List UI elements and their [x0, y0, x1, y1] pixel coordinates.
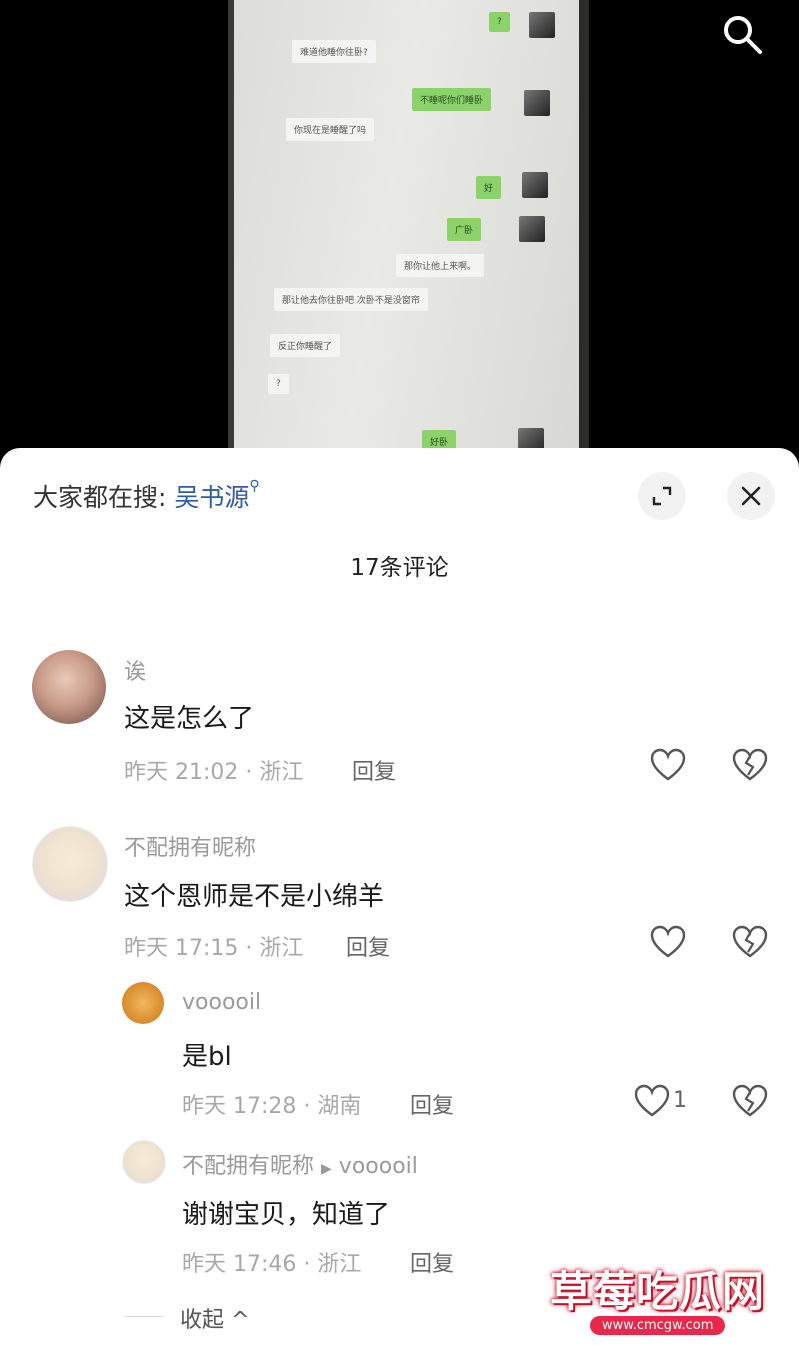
video-player[interactable]: ? 难道他睡你往卧? 不睡呢你们睡卧 你现在是睡醒了吗 好 广卧 那你让他上来啊…	[0, 0, 799, 460]
comment-meta: 昨天 17:15 · 浙江	[124, 936, 304, 961]
comment-text: 这是怎么了	[124, 704, 255, 734]
chat-bubble: 难道他睡你往卧?	[292, 40, 376, 63]
reply-to-user[interactable]: vooooil	[339, 1154, 418, 1179]
chat-bubble: ?	[489, 12, 510, 32]
heart-icon[interactable]	[650, 925, 686, 959]
trending-search[interactable]: 大家都在搜: 吴书源⚲	[33, 478, 260, 514]
watermark-title: 草莓吃瓜网	[550, 1267, 766, 1316]
like-count: 1	[673, 1088, 687, 1113]
phone-screen: ? 难道他睡你往卧? 不睡呢你们睡卧 你现在是睡醒了吗 好 广卧 那你让他上来啊…	[228, 0, 589, 460]
avatar[interactable]	[32, 826, 108, 902]
broken-heart-icon[interactable]	[732, 748, 768, 782]
comment-meta: 昨天 21:02 · 浙江	[124, 760, 304, 785]
reply-username[interactable]: 不配拥有昵称 ▶ vooooil	[182, 1148, 418, 1180]
chat-bubble: 那你让他上来啊。	[396, 254, 485, 277]
chat-avatar	[522, 172, 548, 198]
trending-search-prefix: 大家都在搜:	[33, 483, 167, 512]
search-button[interactable]	[720, 12, 764, 56]
expand-button[interactable]	[638, 472, 686, 520]
reply-button[interactable]: 回复	[352, 754, 396, 786]
close-icon	[741, 486, 761, 506]
comment-text: 这个恩师是不是小绵羊	[124, 882, 385, 912]
chat-avatar	[529, 12, 555, 38]
chat-bubble: 你现在是睡醒了吗	[286, 118, 375, 141]
reply-arrow-icon: ▶	[321, 1161, 332, 1177]
chat-bubble: 好	[476, 176, 502, 199]
watermark-url: www.cmcgw.com	[590, 1316, 726, 1335]
chat-avatar	[519, 216, 545, 242]
reply-button[interactable]: 回复	[410, 1246, 454, 1278]
comment-username[interactable]: 诶	[124, 654, 146, 686]
reply-meta: 昨天 17:46 · 浙江	[182, 1252, 362, 1277]
chat-bubble: 那让他去你往卧吧 次卧不是没窗帘	[274, 288, 428, 311]
search-small-icon: ⚲	[249, 478, 260, 494]
reply-button[interactable]: 回复	[346, 930, 390, 962]
reply-text: 是bl	[182, 1042, 232, 1072]
chat-bubble: ?	[268, 374, 289, 394]
watermark: 草莓吃瓜网 www.cmcgw.com	[540, 1258, 780, 1348]
broken-heart-icon[interactable]	[732, 1084, 768, 1118]
avatar[interactable]	[32, 650, 106, 724]
comment-count: 17条评论	[350, 555, 449, 581]
broken-heart-icon[interactable]	[732, 925, 768, 959]
reply-button[interactable]: 回复	[410, 1088, 454, 1120]
reply-text: 谢谢宝贝，知道了	[182, 1200, 391, 1230]
avatar[interactable]	[122, 1140, 166, 1184]
search-icon	[724, 16, 762, 54]
reply-meta: 昨天 17:28 · 湖南	[182, 1094, 362, 1119]
chat-bubble: 反正你睡醒了	[270, 334, 341, 357]
collapse-replies-button[interactable]: 收起 ^	[180, 1302, 249, 1334]
chat-bubble: 广卧	[447, 218, 482, 241]
chat-bubble: 不睡呢你们睡卧	[412, 88, 492, 111]
chat-avatar	[524, 90, 550, 116]
expand-icon	[652, 486, 672, 506]
heart-icon[interactable]	[650, 748, 686, 782]
comment-username[interactable]: 不配拥有昵称	[124, 830, 256, 862]
heart-icon[interactable]	[634, 1084, 670, 1118]
reply-author[interactable]: 不配拥有昵称	[182, 1154, 314, 1179]
reply-username[interactable]: vooooil	[182, 990, 261, 1015]
comment-sheet: 大家都在搜: 吴书源⚲ 17条评论 诶 这是怎么了 昨天 21:02 · 浙江 …	[0, 448, 799, 1368]
trending-search-term[interactable]: 吴书源	[174, 483, 249, 512]
divider	[124, 1316, 164, 1317]
avatar[interactable]	[122, 982, 164, 1024]
close-button[interactable]	[727, 472, 775, 520]
